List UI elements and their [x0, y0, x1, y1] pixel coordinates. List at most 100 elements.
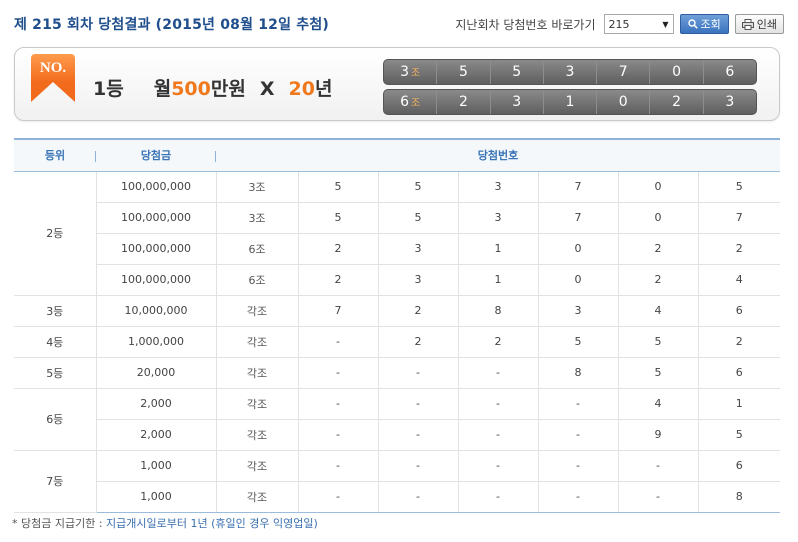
jo-unit: 조	[411, 98, 421, 109]
table-row: 2등 100,000,000 3조 5 5 3 7 0 5	[14, 171, 781, 296]
amount-cell: 20,000	[95, 357, 216, 389]
digit-cell: -	[457, 388, 538, 420]
search-button[interactable]: 조회	[679, 14, 729, 34]
chevron-down-icon: ▼	[662, 19, 669, 29]
rank-cell: 7등	[14, 450, 96, 513]
first-prize-box: NO. 1등 월500만원 X 20년 3조 5 5 3 7 0 6 6조 2 …	[14, 47, 780, 121]
digit-cell: -	[297, 419, 378, 451]
rank-cell: 2등	[14, 171, 96, 296]
digit-cell: 1	[697, 388, 781, 420]
digit-cell: 8	[697, 481, 781, 513]
digit-cell: -	[457, 419, 538, 451]
number-digit: 2	[436, 90, 489, 114]
digit-cell: -	[297, 326, 378, 358]
digit-cell: 1	[457, 233, 538, 265]
digit-cell: -	[297, 357, 378, 389]
number-digit: 3	[489, 90, 543, 114]
digit-cell: 5	[697, 171, 781, 203]
digit-cell: 2	[457, 326, 538, 358]
digit-cell: -	[537, 388, 618, 420]
jo-cell: 3조	[215, 202, 298, 234]
digit-cell: 6	[697, 450, 781, 482]
footnote-value: 지급개시일로부터 1년 (휴일인 경우 익영업일)	[106, 517, 318, 530]
digit-cell: 5	[617, 326, 698, 358]
table-row: 4등 1,000,000 각조 -2 2 5 5 2	[14, 326, 781, 358]
digit-cell: 5	[297, 171, 378, 203]
number-digit: 3	[542, 60, 596, 84]
digit-cell: 7	[537, 171, 618, 203]
amount-cell: 1,000	[95, 450, 216, 482]
digit-cell: 7	[697, 202, 781, 234]
digit-cell: 2	[617, 233, 698, 265]
digit-cell: -	[457, 357, 538, 389]
first-prize-duration: 20년	[288, 74, 332, 101]
first-prize-summary: 1등 월500만원 X 20년	[93, 74, 332, 101]
digit-cell: 0	[617, 171, 698, 203]
digit-cell: -	[377, 388, 458, 420]
print-button[interactable]: 인쇄	[734, 14, 784, 34]
jo-cell: 각조	[215, 295, 298, 327]
search-icon	[687, 19, 698, 29]
round-navigation: 지난회차 당첨번호 바로가기 215 ▼ 조회 인쇄	[455, 14, 784, 34]
round-select[interactable]: 215 ▼	[603, 14, 674, 34]
table-body: 2등 100,000,000 3조 5 5 3 7 0 5 100,000,000 3조 5 5 3 7 0 7…	[14, 171, 781, 513]
amount-cell: 100,000,000	[95, 171, 216, 203]
digit-cell: 3	[377, 264, 458, 296]
no-ribbon-badge: NO.	[31, 54, 75, 110]
digit-cell: 2	[297, 264, 378, 296]
digit-cell: 6	[697, 295, 781, 327]
digit-cell: 7	[537, 202, 618, 234]
digit-cell: 3	[377, 233, 458, 265]
amount-cell: 100,000,000	[95, 233, 216, 265]
digit-cell: 4	[617, 295, 698, 327]
digit-cell: -	[537, 481, 618, 513]
digit-cell: 5	[617, 357, 698, 389]
digit-cell: -	[297, 450, 378, 482]
jo-unit: 조	[411, 68, 421, 79]
digit-cell: -	[617, 450, 698, 482]
first-prize-amount: 월500만원	[154, 74, 246, 101]
table-row: 1,000 각조 - - - - -8	[14, 481, 781, 513]
jo-cell: 6조	[384, 90, 436, 114]
footnote-label: * 당첨금 지급기한 :	[12, 517, 103, 530]
digit-cell: 2	[617, 264, 698, 296]
table-row: 100,000,000 3조 5 5 3 7 0 7	[14, 202, 781, 234]
digit-cell: 8	[457, 295, 538, 327]
digit-cell: 4	[697, 264, 781, 296]
prize-month-label: 월	[153, 78, 172, 100]
round-nav-label: 지난회차 당첨번호 바로가기	[455, 17, 596, 32]
number-digit: 7	[596, 60, 649, 84]
digit-cell: 9	[617, 419, 698, 451]
rank-cell: 6등	[14, 388, 96, 451]
jo-cell: 각조	[215, 450, 298, 482]
digit-cell: 2	[697, 233, 781, 265]
header-rank: 등위	[14, 138, 96, 172]
amount-cell: 2,000	[95, 419, 216, 451]
rank-cell: 3등	[14, 295, 96, 327]
digit-cell: -	[457, 450, 538, 482]
digit-cell: 3	[537, 295, 618, 327]
digit-cell: 0	[617, 202, 698, 234]
print-button-label: 인쇄	[756, 18, 777, 31]
digit-cell: 5	[537, 326, 618, 358]
prize-amount-value: 500	[171, 78, 211, 100]
digit-cell: 8	[537, 357, 618, 389]
digit-cell: 3	[457, 171, 538, 203]
prize-year-unit: 년	[314, 78, 333, 100]
prize-years-value: 20	[288, 78, 315, 100]
jo-number: 6	[400, 94, 409, 110]
digit-cell: -	[377, 357, 458, 389]
digit-cell: 1	[457, 264, 538, 296]
header-numbers: 당첨번호	[216, 138, 781, 172]
digit-cell: 5	[697, 419, 781, 451]
rank-cell: 5등	[14, 357, 96, 389]
digit-cell: -	[377, 481, 458, 513]
number-digit: 1	[542, 90, 596, 114]
table-row: 3등 10,000,000 각조 7 2 8 3 4 6	[14, 295, 781, 327]
amount-cell: 100,000,000	[95, 202, 216, 234]
number-digit: 0	[596, 90, 649, 114]
rank-cell: 4등	[14, 326, 96, 358]
prize-results-table: 등위 당첨금 당첨번호 2등 100,000,000 3조 5 5 3 7 0 5 100,000…	[14, 138, 781, 513]
number-digit: 6	[702, 60, 756, 84]
amount-cell: 1,000	[95, 481, 216, 513]
